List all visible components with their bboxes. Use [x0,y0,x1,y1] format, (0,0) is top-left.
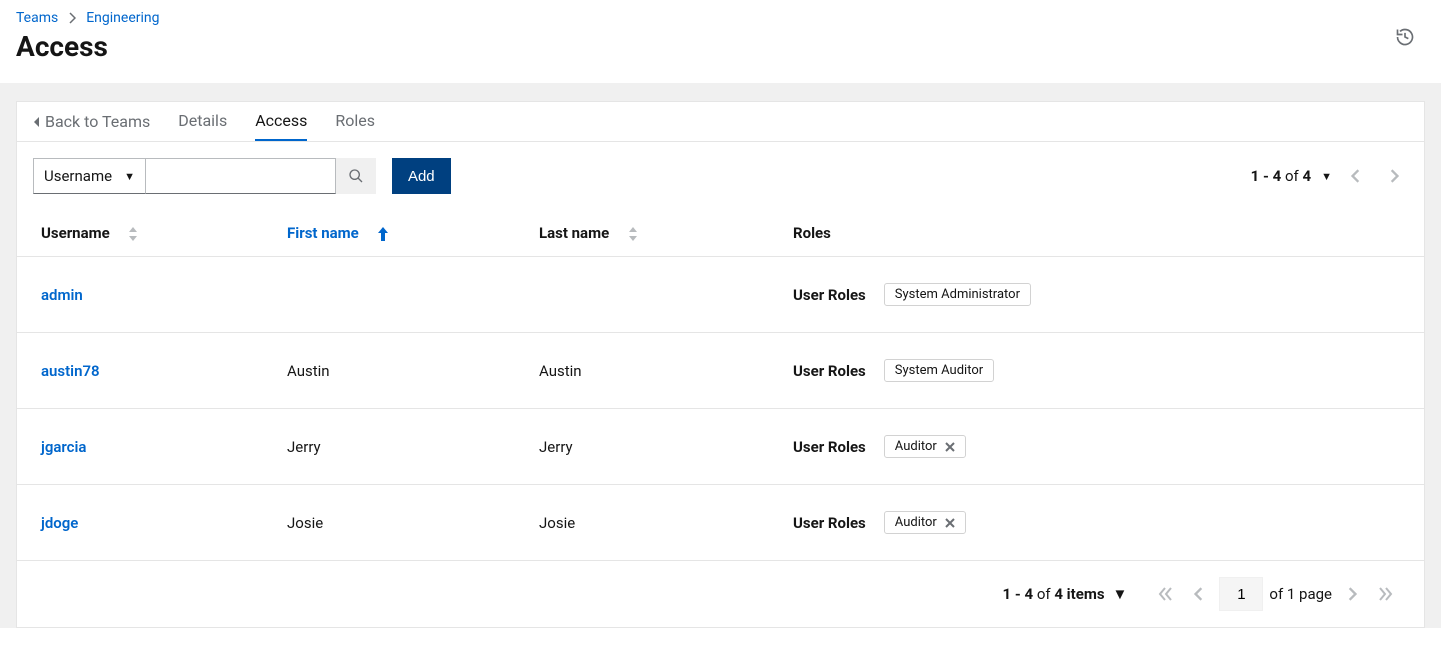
last-page-button[interactable] [1372,580,1400,608]
search-button[interactable] [336,158,376,194]
bottom-pagination: 1 - 4 of 4 items ▼ of 1 page [17,561,1424,627]
role-chip: System Administrator [884,283,1031,306]
col-roles-label: Roles [793,224,831,242]
breadcrumb: Teams Engineering [16,10,1425,26]
username-link[interactable]: austin78 [41,362,100,380]
top-total: 4 [1303,167,1312,185]
user-roles-label: User Roles [793,438,866,456]
bottom-range: 1 - 4 [1003,585,1034,603]
back-label: Back to Teams [45,112,150,131]
caret-down-icon[interactable]: ▼ [1321,170,1332,183]
tabs: Back to Teams Details Access Roles [17,102,1424,142]
tab-roles[interactable]: Roles [335,102,375,141]
tab-access[interactable]: Access [255,102,307,141]
role-name: Auditor [895,439,937,454]
filter-group: Username ▼ [33,158,376,194]
col-username-label: Username [41,224,110,242]
username-link[interactable]: jgarcia [41,438,86,456]
last-name-cell: Josie [515,485,769,561]
col-first-name[interactable]: First name [263,210,515,257]
last-name-cell [515,257,769,333]
role-name: Auditor [895,515,937,530]
next-page-button[interactable] [1338,580,1366,608]
prev-page-button[interactable] [1342,162,1370,190]
breadcrumb-current[interactable]: Engineering [86,10,159,26]
first-name-cell: Jerry [263,409,515,485]
role-chip: Auditor [884,511,966,534]
caret-down-icon: ▼ [124,170,135,183]
filter-field-label: Username [44,167,112,185]
top-pagination: 1 - 4 of 4 ▼ [1251,162,1408,190]
history-icon[interactable] [1395,26,1417,48]
prev-page-button[interactable] [1185,580,1213,608]
content-card: Back to Teams Details Access Roles Usern… [16,101,1425,628]
username-link[interactable]: admin [41,286,83,304]
role-chip: System Auditor [884,359,994,382]
username-link[interactable]: jdoge [41,514,78,532]
table-row: jgarcia JerryJerry User Roles Auditor [17,409,1424,485]
page-title: Access [16,30,1425,63]
last-name-cell: Jerry [515,409,769,485]
remove-role-icon[interactable] [945,442,955,452]
last-name-cell: Austin [515,333,769,409]
first-name-cell: Austin [263,333,515,409]
user-roles-label: User Roles [793,286,866,304]
caret-left-icon [33,116,41,128]
remove-role-icon[interactable] [945,518,955,528]
role-chip: Auditor [884,435,966,458]
search-icon [348,168,364,184]
bottom-of: of [1037,585,1051,603]
table-row: admin User Roles System Administrator [17,257,1424,333]
top-of: of [1285,167,1299,185]
first-name-cell [263,257,515,333]
add-button[interactable]: Add [392,158,451,194]
filter-field-select[interactable]: Username ▼ [33,158,146,194]
back-to-teams-link[interactable]: Back to Teams [33,112,150,131]
user-roles-label: User Roles [793,514,866,532]
toolbar: Username ▼ Add 1 - 4 of 4 ▼ [17,142,1424,210]
filter-input[interactable] [146,158,336,194]
page-input[interactable] [1219,577,1263,611]
chevron-right-icon [68,12,76,24]
users-table: Username First name Last name [17,210,1424,561]
col-first-name-label: First name [287,224,359,242]
col-roles: Roles [769,210,1424,257]
col-username[interactable]: Username [17,210,263,257]
breadcrumb-root[interactable]: Teams [16,10,58,26]
of-pages: of 1 page [1269,585,1332,603]
table-row: austin78 AustinAustin User Roles System Aud… [17,333,1424,409]
col-last-name[interactable]: Last name [515,210,769,257]
tab-details[interactable]: Details [178,102,227,141]
user-roles-label: User Roles [793,362,866,380]
next-page-button[interactable] [1380,162,1408,190]
role-name: System Administrator [895,287,1020,302]
bottom-total-items: 4 items [1054,585,1104,603]
table-row: jdoge JosieJosie User Roles Auditor [17,485,1424,561]
sort-asc-icon [378,227,388,241]
role-name: System Auditor [895,363,983,378]
first-page-button[interactable] [1151,580,1179,608]
col-last-name-label: Last name [539,224,609,242]
first-name-cell: Josie [263,485,515,561]
top-range: 1 - 4 [1251,167,1282,185]
caret-down-icon[interactable]: ▼ [1113,585,1128,603]
sort-arrows-icon [629,227,637,241]
sort-arrows-icon [129,227,137,241]
